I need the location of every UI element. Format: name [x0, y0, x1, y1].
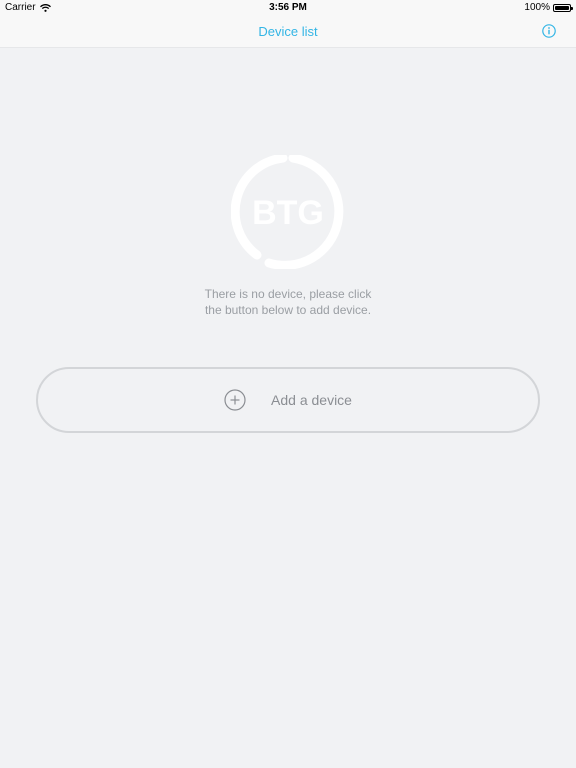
info-button[interactable]	[542, 24, 556, 38]
info-icon	[542, 24, 556, 38]
status-bar: Carrier 3:56 PM 100%	[0, 0, 576, 16]
status-time: 3:56 PM	[269, 2, 307, 13]
plus-circle-icon	[224, 389, 246, 411]
empty-state-message: There is no device, please click the but…	[0, 286, 576, 318]
add-device-label: Add a device	[271, 392, 352, 408]
btg-logo-text: BTG	[252, 194, 324, 232]
btg-logo: BTG	[230, 153, 345, 270]
battery-fill	[555, 5, 569, 10]
empty-state-line-1: There is no device, please click	[204, 287, 372, 301]
battery-percent: 100%	[524, 2, 550, 13]
battery-group: 100%	[524, 2, 573, 13]
btg-logo-graphic: BTG	[230, 153, 344, 270]
page-title: Device list	[258, 24, 318, 39]
navigation-bar: Device list	[0, 16, 576, 48]
empty-state-line-2: the button below to add device.	[204, 303, 372, 317]
battery-icon	[553, 3, 573, 12]
add-device-button[interactable]: Add a device	[36, 367, 540, 433]
